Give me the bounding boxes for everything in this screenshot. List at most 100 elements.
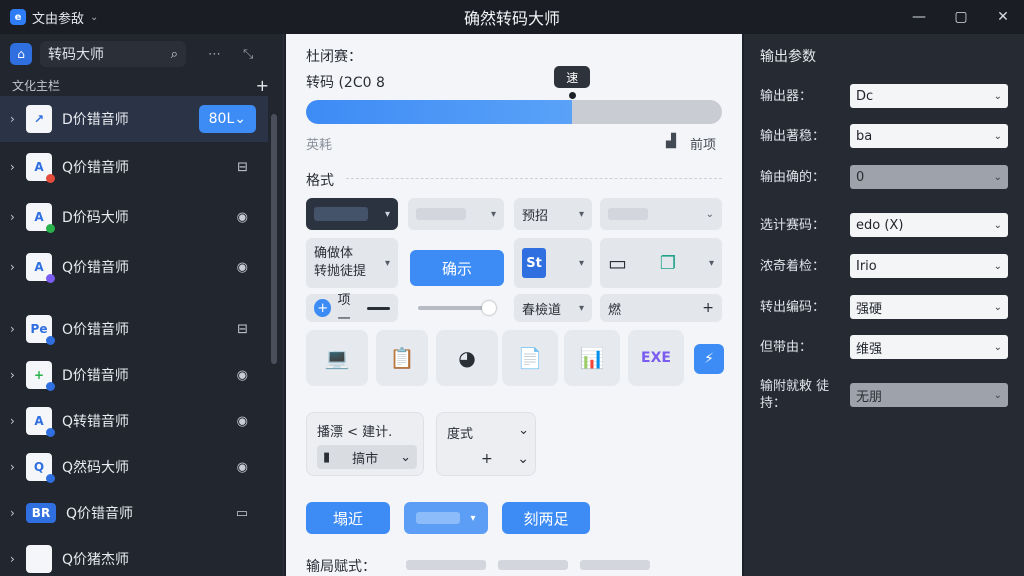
subtitle-select[interactable]: ▮ 搞市 ⌄	[317, 445, 417, 469]
search-icon[interactable]: ⌕	[171, 47, 178, 62]
volume-slider-thumb[interactable]	[482, 301, 496, 315]
output-setting-select[interactable]: 强硬 ⌄	[850, 295, 1008, 319]
file-list-item[interactable]: › BR Q价错音师 ▭	[0, 490, 268, 536]
file-list-item[interactable]: › A Q价错音师 ⊟	[0, 144, 268, 190]
laptop-tile-icon[interactable]: 💻	[306, 330, 368, 386]
file-type-icon: A	[26, 253, 55, 283]
format-preset-dropdown[interactable]: ▾	[306, 198, 398, 230]
file-action-icon[interactable]: ⊟	[237, 160, 248, 175]
start-button[interactable]: 刻两足	[502, 502, 590, 534]
output-setting-value: 维强	[856, 341, 883, 357]
chevron-right-icon[interactable]: ›	[10, 322, 26, 336]
file-action-icon[interactable]: ◉	[237, 414, 248, 429]
file-name: Q价错音师	[62, 160, 130, 176]
progress-fill	[306, 100, 573, 124]
output-device-dropdown[interactable]: ▭ ❐ ▾	[600, 238, 722, 288]
file-list-item[interactable]: › A Q价错音师 ◉	[0, 244, 268, 290]
add-track-button[interactable]: + 项一	[306, 293, 398, 327]
chevron-right-icon[interactable]: ›	[10, 414, 26, 428]
chart-tile-icon[interactable]: 📊	[564, 330, 620, 386]
chevron-down-icon[interactable]: ⌄	[517, 451, 529, 467]
confirm-button[interactable]: 确示	[410, 250, 504, 286]
output-setting-select[interactable]: 维强 ⌄	[850, 335, 1008, 359]
color-wheel-tile-icon[interactable]: ◕	[436, 330, 498, 386]
sidebar-scrollbar[interactable]	[271, 114, 277, 364]
file-list-item[interactable]: › A Q转错音师 ◉	[0, 398, 268, 444]
home-icon[interactable]: ⌂	[10, 43, 32, 65]
subtitle-format-dropdown[interactable]: St ▾	[514, 238, 592, 288]
file-action-icon[interactable]: ⊟	[237, 322, 248, 337]
progress-sub-right[interactable]: 前项	[690, 134, 716, 153]
status-dot-icon	[46, 428, 55, 437]
chevron-right-icon[interactable]: ›	[10, 368, 26, 382]
exe-tile-icon[interactable]: EXE	[628, 330, 684, 386]
footer-label: 输局赋式：	[306, 559, 376, 575]
lightning-tile-icon[interactable]: ⚡	[694, 344, 724, 374]
more-icon[interactable]: ⋯	[208, 47, 221, 62]
file-action-icon[interactable]: ▭	[236, 506, 248, 521]
chevron-right-icon[interactable]: ›	[10, 460, 26, 474]
maximize-button[interactable]: ▢	[940, 0, 982, 34]
chevron-down-icon: ⌄	[90, 11, 99, 23]
output-setting-select[interactable]: ba ⌄	[850, 124, 1008, 148]
output-setting-value: 无朋	[856, 389, 883, 405]
output-setting-select[interactable]: Dc ⌄	[850, 84, 1008, 108]
convert-mode-dropdown[interactable]: 确做体 转抛徒提 ▾	[306, 238, 398, 288]
output-setting-select[interactable]: Irio ⌄	[850, 254, 1008, 278]
format-divider	[346, 178, 722, 179]
extra-option-field[interactable]: 燃 +	[600, 294, 722, 322]
format-option-dropdown[interactable]: ▾	[408, 198, 504, 230]
file-list-item[interactable]: › ↗ D价错音师 80L ⌄	[0, 96, 268, 142]
chevron-right-icon[interactable]: ›	[10, 552, 26, 566]
file-action-icon[interactable]: ◉	[237, 460, 248, 475]
chevron-right-icon[interactable]: ›	[10, 260, 26, 274]
document-icon: ❐	[659, 252, 676, 274]
output-setting-select: 0 ⌄	[850, 165, 1008, 189]
plus-icon[interactable]: +	[702, 300, 714, 316]
chevron-right-icon[interactable]: ›	[10, 506, 26, 520]
check-dropdown[interactable]: 春檢道 ▾	[514, 294, 592, 322]
file-type-icon: A	[26, 203, 55, 233]
file-name: O价错音师	[62, 322, 130, 338]
file-action-icon[interactable]: ◉	[237, 210, 248, 225]
minimize-button[interactable]: —	[898, 0, 940, 34]
footer-control-2[interactable]	[498, 560, 568, 570]
collapse-icon[interactable]: ⤡	[243, 47, 253, 62]
split-button[interactable]: ▾	[404, 502, 488, 534]
chevron-right-icon[interactable]: ›	[10, 210, 26, 224]
chevron-right-icon[interactable]: ›	[10, 160, 26, 174]
format-add-icon[interactable]: +	[481, 451, 493, 467]
apply-button[interactable]: 塌近	[306, 502, 390, 534]
footer-controls	[406, 560, 722, 572]
chevron-down-icon[interactable]: ⌄	[518, 423, 529, 442]
chevron-right-icon[interactable]: ›	[10, 112, 26, 126]
footer-control-3[interactable]	[580, 560, 650, 570]
document-tile-icon[interactable]: 📄	[502, 330, 558, 386]
file-list-item[interactable]: › Q价猪杰师	[0, 536, 268, 576]
close-button[interactable]: ✕	[982, 0, 1024, 34]
progress-title: 杜闭赛：	[306, 49, 362, 65]
search-input[interactable]: 转码大师 ⌕	[40, 41, 186, 67]
file-action-icon[interactable]: ◉	[237, 368, 248, 383]
file-list-item[interactable]: › + D价错音师 ◉	[0, 352, 268, 398]
laptop-icon: ▭	[608, 251, 627, 275]
output-setting-label: 输出著稳：	[760, 128, 826, 144]
preset-dropdown[interactable]: 预招 ▾	[514, 198, 592, 230]
output-setting-value: Dc	[856, 88, 874, 104]
quality-dropdown[interactable]: ⌄	[600, 198, 722, 230]
copy-tile-icon[interactable]: 📋	[376, 330, 428, 386]
file-action-icon[interactable]: ◉	[237, 260, 248, 275]
footer-control-1[interactable]	[406, 560, 486, 570]
file-badge-label: 80L	[208, 111, 235, 127]
file-list-item[interactable]: › Q Q然码大师 ◉	[0, 444, 268, 490]
app-menu[interactable]: e 文由参敌 ⌄	[0, 8, 300, 27]
check-dropdown-label: 春檢道	[522, 302, 562, 318]
file-list-item[interactable]: › A D价码大师 ◉	[0, 194, 268, 240]
convert-mode-label: 确做体 转抛徒提	[314, 245, 366, 281]
add-file-icon[interactable]: +	[256, 76, 269, 95]
file-list-item[interactable]: › Pe O价错音师 ⊟	[0, 306, 268, 352]
volume-slider[interactable]	[410, 296, 504, 320]
file-badge-dropdown[interactable]: 80L ⌄	[198, 105, 256, 133]
output-setting-row: 浓奇着检： Irio ⌄	[760, 254, 1008, 278]
output-setting-select[interactable]: edo (X) ⌄	[850, 213, 1008, 237]
